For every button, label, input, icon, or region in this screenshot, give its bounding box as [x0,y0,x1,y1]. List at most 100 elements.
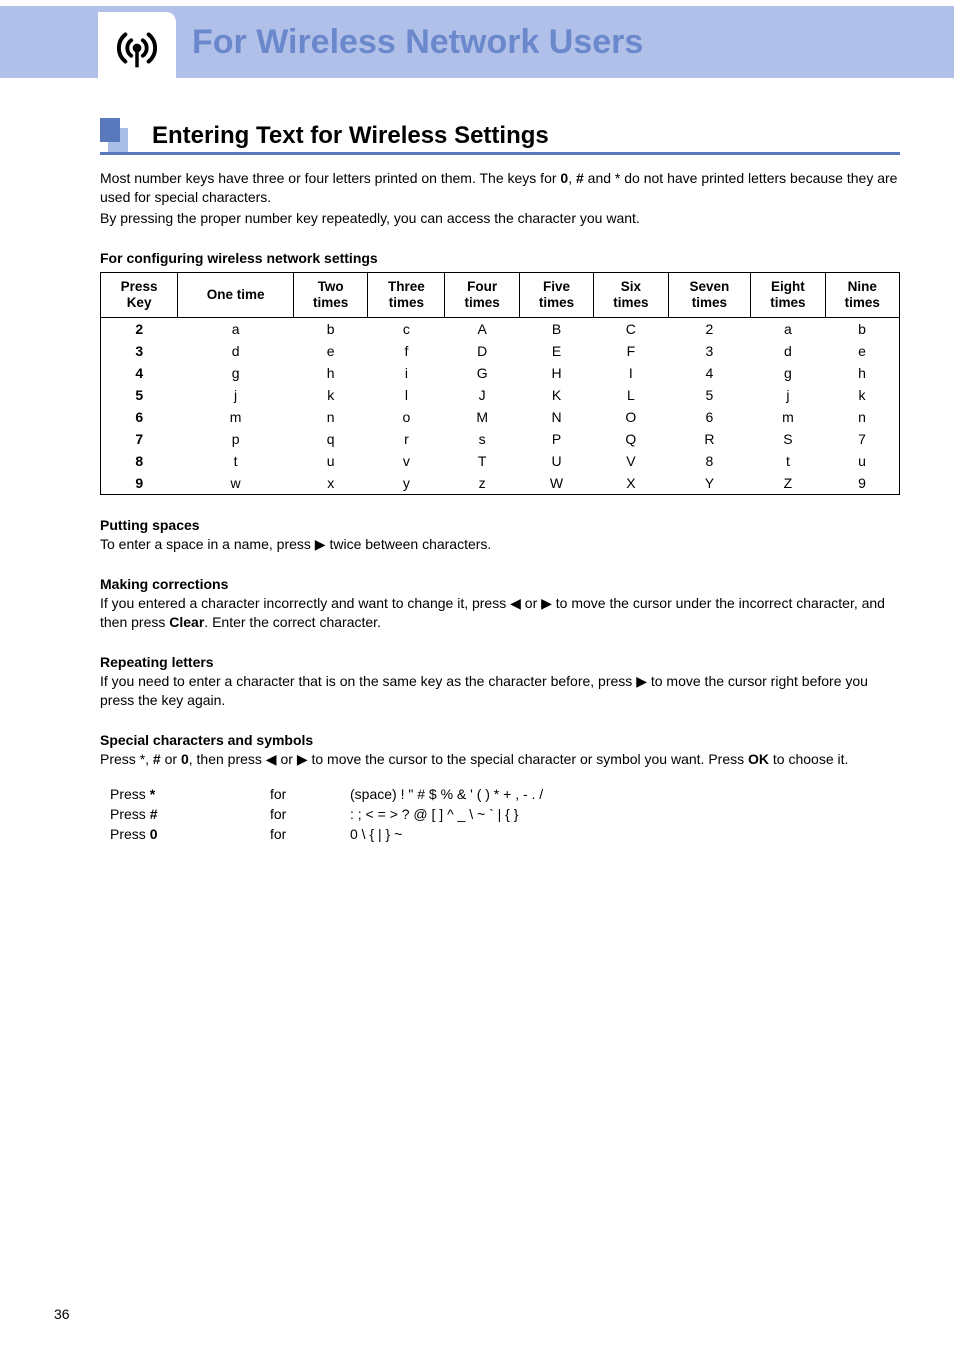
table-cell: m [178,406,294,428]
wifi-icon [106,24,168,72]
table-cell: i [368,362,445,384]
table-cell: C [594,318,668,341]
table-cell: R [668,428,751,450]
table-cell: 7 [825,428,899,450]
table-cell: D [445,340,519,362]
table-cell: t [751,450,825,472]
table-header: Seventimes [668,272,751,317]
table-cell: l [368,384,445,406]
table-cell: 3 [101,340,178,362]
table-cell: s [445,428,519,450]
table-cell: u [825,450,899,472]
table-header: PressKey [101,272,178,317]
table-header: Threetimes [368,272,445,317]
press-label: Press * [110,786,270,802]
table-header: Sixtimes [594,272,668,317]
table-cell: 3 [668,340,751,362]
table-cell: E [519,340,593,362]
table-row: 8tuvTUV8tu [101,450,900,472]
table-cell: 6 [668,406,751,428]
right-arrow-icon: ▶ [315,536,326,552]
table-row: 2abcABC2ab [101,318,900,341]
right-arrow-icon: ▶ [636,673,647,689]
table-cell: p [178,428,294,450]
text: or [521,595,541,611]
text: , [145,751,153,767]
table-cell: 9 [825,472,899,495]
putting-spaces-body: To enter a space in a name, press ▶ twic… [100,535,900,554]
making-corrections-head: Making corrections [100,576,900,592]
section-title: Entering Text for Wireless Settings [152,118,549,150]
table-cell: 5 [101,384,178,406]
table-cell: c [368,318,445,341]
table-cell: 2 [101,318,178,341]
text: and [584,170,615,186]
text: , then press [189,751,266,767]
repeating-letters-head: Repeating letters [100,654,900,670]
table-cell: H [519,362,593,384]
table-row: 5jklJKL5jk [101,384,900,406]
section-heading: Entering Text for Wireless Settings [100,118,900,155]
table-row: 9wxyzWXYZ9 [101,472,900,495]
table-cell: f [368,340,445,362]
text: Most number keys have three or four lett… [100,170,560,186]
table-cell: F [594,340,668,362]
table-cell: g [178,362,294,384]
table-cell: b [825,318,899,341]
ok-key: OK [748,751,769,767]
text: twice between characters. [326,536,492,552]
table-cell: x [294,472,368,495]
table-cell: a [751,318,825,341]
table-cell: n [825,406,899,428]
table-cell: d [178,340,294,362]
table-cell: e [294,340,368,362]
table-caption: For configuring wireless network setting… [100,250,900,266]
table-cell: m [751,406,825,428]
key-hash: # [576,170,584,186]
table-cell: r [368,428,445,450]
table-cell: e [825,340,899,362]
table-row: 4ghiGHI4gh [101,362,900,384]
table-cell: J [445,384,519,406]
table-row: 6mnoMNO6mn [101,406,900,428]
header-banner: For Wireless Network Users [0,6,954,78]
table-cell: a [178,318,294,341]
text: or [277,751,297,767]
table-row: 3defDEF3de [101,340,900,362]
clear-key: Clear [169,614,204,630]
for-label: for [270,786,350,802]
right-arrow-icon: ▶ [297,751,308,767]
text: to move the cursor to the special charac… [308,751,748,767]
table-cell: P [519,428,593,450]
for-label: for [270,826,350,842]
table-cell: V [594,450,668,472]
table-header: Ninetimes [825,272,899,317]
special-char-row: Press 0for0 \ { | } ~ [100,826,900,842]
table-cell: N [519,406,593,428]
table-cell: 9 [101,472,178,495]
special-chars-body: Press *, # or 0, then press ◀ or ▶ to mo… [100,750,900,769]
table-cell: z [445,472,519,495]
special-char-row: Press #for: ; < = > ? @ [ ] ^ _ \ ~ ` | … [100,806,900,822]
left-arrow-icon: ◀ [266,751,277,767]
table-cell: L [594,384,668,406]
table-cell: w [178,472,294,495]
table-cell: g [751,362,825,384]
press-label: Press # [110,806,270,822]
table-cell: j [178,384,294,406]
repeating-letters-body: If you need to enter a character that is… [100,672,900,710]
table-cell: 6 [101,406,178,428]
intro-paragraph-1: Most number keys have three or four lett… [100,169,900,207]
table-header: Eighttimes [751,272,825,317]
key-hash: # [153,751,161,767]
table-cell: 5 [668,384,751,406]
table-cell: U [519,450,593,472]
intro-paragraph-2: By pressing the proper number key repeat… [100,209,900,228]
key-0: 0 [181,751,189,767]
table-cell: Y [668,472,751,495]
making-corrections-body: If you entered a character incorrectly a… [100,594,900,632]
table-cell: b [294,318,368,341]
table-cell: o [368,406,445,428]
table-cell: k [825,384,899,406]
left-arrow-icon: ◀ [510,595,521,611]
